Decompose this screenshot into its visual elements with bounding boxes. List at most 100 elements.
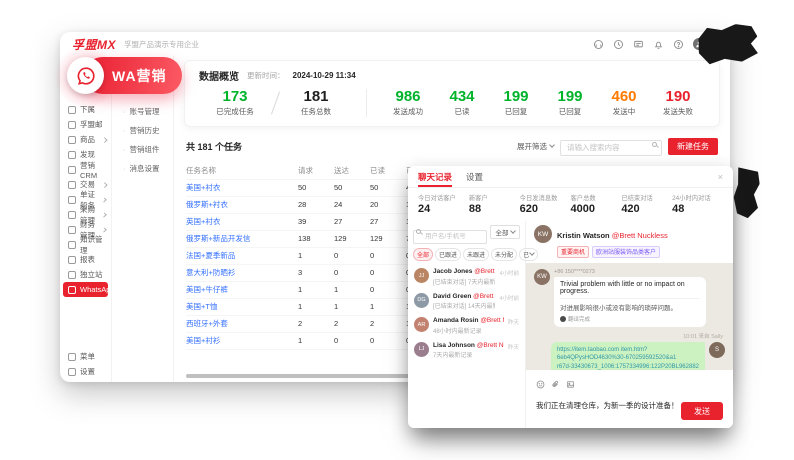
table-cell: 1 xyxy=(334,285,370,294)
task-name-cell[interactable]: 意大利+防晒衫 xyxy=(186,267,298,278)
chat-tabbar: 聊天记录 设置 × xyxy=(408,166,733,188)
titlebar: 孚盟MX 孚盟产品演示专用企业 xyxy=(60,32,730,56)
task-name-cell[interactable]: 俄罗斯+衬衣 xyxy=(186,199,298,210)
stat-label: 发送失败 xyxy=(651,106,705,117)
overview-stat-5: 199已回复 xyxy=(489,89,543,117)
table-cell: 1 xyxy=(334,302,370,311)
sidebar-item-label: 发现 xyxy=(80,149,95,160)
image-icon[interactable] xyxy=(566,376,575,394)
tab-chat-history[interactable]: 聊天记录 xyxy=(418,166,452,187)
overview-header: 数据概览 更新时间： 2024-10-29 11:34 xyxy=(199,68,705,83)
overview-stat-2: 181任务总数 xyxy=(280,89,352,117)
chevron-right-icon xyxy=(102,137,107,142)
sidebar-bottom-item-2[interactable]: 设置 xyxy=(60,364,112,379)
column-header: 请求 xyxy=(298,165,334,176)
chat-stat-label: 新客户 xyxy=(469,193,520,202)
contact-name: Jacob Jones @Brett Nuckless xyxy=(433,268,495,275)
task-name-cell[interactable]: 美国+衬衣 xyxy=(186,182,298,193)
overview-stats: 173已完成任务181任务总数986发送成功434已读199已回复199已回复4… xyxy=(199,89,705,117)
chevron-down-icon xyxy=(510,228,516,234)
task-name-cell[interactable]: 西班牙+外套 xyxy=(186,318,298,329)
task-name-cell[interactable]: 美国+牛仔裤 xyxy=(186,284,298,295)
sidebar-item-10[interactable]: 知识管理 xyxy=(60,237,111,252)
filter-toggle[interactable]: 展开筛选 xyxy=(517,141,554,152)
contact-time: 昨天 xyxy=(508,343,519,360)
table-cell: 50 xyxy=(334,183,370,192)
attachment-icon[interactable] xyxy=(551,376,560,394)
report-icon xyxy=(68,256,76,264)
stat-value: 199 xyxy=(489,89,543,105)
table-cell: 0 xyxy=(370,268,406,277)
new-task-button[interactable]: 新建任务 xyxy=(668,138,718,155)
taobao-link[interactable]: https://item.taobao.com item.htm?6eb4QPy… xyxy=(557,346,699,372)
chat-stats-row: 今日对话客户24新客户88今日发消息数620客户总数4000已结束对话42024… xyxy=(408,188,733,221)
input-icons xyxy=(536,376,723,394)
submenu-item-2[interactable]: 营销历史 xyxy=(112,121,173,140)
task-name-cell[interactable]: 法国+夏季新品 xyxy=(186,250,298,261)
avatar: AR xyxy=(414,317,429,332)
account-filter-select[interactable]: 全部 xyxy=(490,225,520,239)
stat-value: 199 xyxy=(543,89,597,105)
table-cell: 50 xyxy=(298,183,334,192)
overview-stat-3: 986发送成功 xyxy=(381,89,435,117)
contact-list-item[interactable]: LJLisa Johnson @Brett Nuc...7天内最新记录昨天 xyxy=(413,338,520,363)
task-name-cell[interactable]: 美国+衬衫 xyxy=(186,335,298,346)
chat-input-area: 我们正在清理仓库，为新一季的设计准备！ 发送 xyxy=(526,370,733,428)
contact-name-text: Lisa Johnson xyxy=(433,342,475,349)
tasks-controls: 展开筛选 新建任务 xyxy=(517,137,718,156)
sidebar-item-12[interactable]: 独立站 xyxy=(60,267,111,282)
sidebar-item-label: 菜单 xyxy=(80,351,95,362)
contact-list-item[interactable]: ARAmanda Rosin @Brett Nuc...48小时内最新记录昨天 xyxy=(413,314,520,339)
filter-chip-4[interactable]: 未分配 xyxy=(491,248,517,261)
sidebar-item-13[interactable]: WhatsAp... xyxy=(63,282,108,297)
chat-stat-3: 今日发消息数620 xyxy=(520,193,571,215)
contact-search-input[interactable] xyxy=(413,230,487,244)
stat-label: 已读 xyxy=(435,106,489,117)
contact-name-text: David Green xyxy=(433,293,471,300)
chat-window: 聊天记录 设置 × 今日对话客户24新客户88今日发消息数620客户总数4000… xyxy=(408,166,733,428)
sidebar-item-5[interactable]: 营销CRM xyxy=(60,162,111,177)
column-header: 已读 xyxy=(370,165,406,176)
sidebar-item-3[interactable]: 商品 xyxy=(60,132,111,147)
close-icon[interactable]: × xyxy=(718,172,723,182)
send-button[interactable]: 发送 xyxy=(681,402,723,420)
task-name-cell[interactable]: 英国+衬衣 xyxy=(186,216,298,227)
chat-stat-value: 88 xyxy=(469,203,520,215)
filter-chip-3[interactable]: 未跟进 xyxy=(463,248,489,261)
chat-stat-6: 24小时内对话48 xyxy=(672,193,723,215)
contact-time: 4小时前 xyxy=(499,269,519,286)
filter-chip-1[interactable]: 全部 xyxy=(413,248,433,261)
submenu-item-1[interactable]: 账号管理 xyxy=(112,102,173,121)
translate-status-row: 翻译完成 xyxy=(560,315,700,323)
table-cell: 20 xyxy=(370,200,406,209)
column-header: 任务名称 xyxy=(186,165,298,176)
submenu-item-4[interactable]: 消息设置 xyxy=(112,159,173,178)
avatar: LJ xyxy=(414,342,429,357)
chat-stat-1: 今日对话客户24 xyxy=(418,193,469,215)
contact-time: 4小时前 xyxy=(499,294,519,311)
sidebar-item-label: 孚盟邮 xyxy=(80,119,103,130)
table-cell: 2 xyxy=(334,319,370,328)
tab-settings[interactable]: 设置 xyxy=(466,166,483,187)
task-name-cell[interactable]: 美国+T恤 xyxy=(186,301,298,312)
sidebar-bottom-item-1[interactable]: 菜单 xyxy=(60,349,112,364)
stat-label: 已回复 xyxy=(543,106,597,117)
help-icon[interactable] xyxy=(673,39,684,50)
filter-chip-2[interactable]: 已跟进 xyxy=(435,248,461,261)
chat-stat-label: 24小时内对话 xyxy=(672,193,723,202)
task-name-cell[interactable]: 俄罗斯+新品开发信 xyxy=(186,233,298,244)
sidebar-item-2[interactable]: 孚盟邮 xyxy=(60,117,111,132)
headset-icon[interactable] xyxy=(593,39,604,50)
bell-icon[interactable] xyxy=(653,39,664,50)
message-icon[interactable] xyxy=(633,39,644,50)
chat-stat-label: 今日发消息数 xyxy=(520,193,571,202)
table-cell: 0 xyxy=(334,251,370,260)
submenu-item-3[interactable]: 营销组件 xyxy=(112,140,173,159)
conversation-header: KW Kristin Watson @Brett Nuckless 重要商机欧洲… xyxy=(526,221,733,263)
task-search-input[interactable] xyxy=(560,140,662,156)
menu-icon xyxy=(68,353,76,361)
emoji-icon[interactable] xyxy=(536,376,545,394)
history-icon[interactable] xyxy=(613,39,624,50)
contact-list-item[interactable]: JJJacob Jones @Brett Nuckless[已结束对话] 7天内… xyxy=(413,265,520,290)
contact-list-item[interactable]: DGDavid Green @Brett Nuckless[已结束对话] 14天… xyxy=(413,289,520,314)
